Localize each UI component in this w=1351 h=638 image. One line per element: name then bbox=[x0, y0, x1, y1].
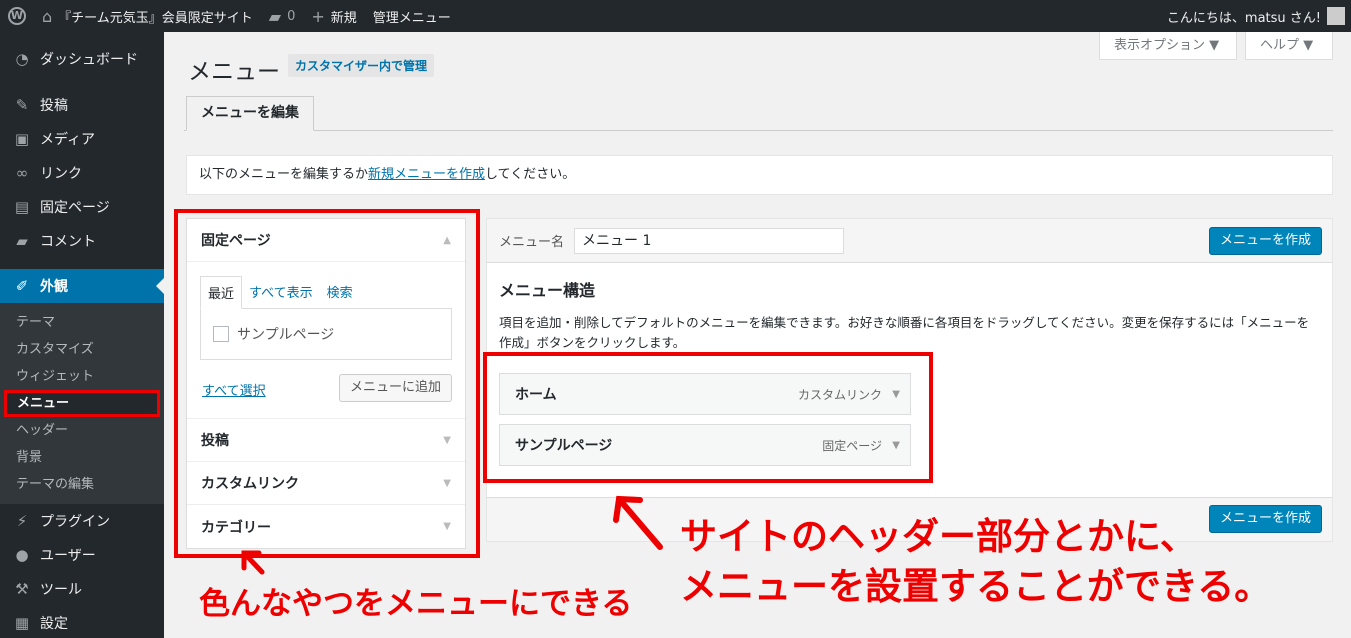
pages-tabs: 最近 すべて表示 検索 bbox=[200, 276, 452, 309]
annotation-text-left: 色んなやつをメニューにできる bbox=[199, 586, 633, 622]
annotation-text-right: サイトのヘッダー部分とかに、 メニューを設置することができる。 bbox=[680, 515, 1272, 608]
arrow-left-annotation bbox=[241, 550, 265, 575]
arrow-right-annotation bbox=[613, 495, 663, 550]
tab-view-all[interactable]: すべて表示 bbox=[242, 276, 320, 309]
tab-search[interactable]: 検索 bbox=[320, 276, 360, 309]
tab-recent[interactable]: 最近 bbox=[200, 276, 243, 309]
